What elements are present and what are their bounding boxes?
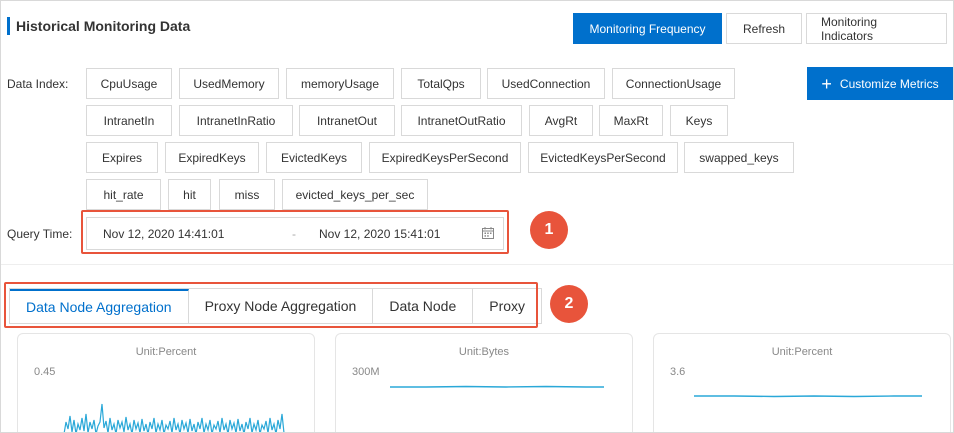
callout-badge-2: 2 (550, 285, 588, 323)
customize-metrics-button[interactable]: + Customize Metrics (807, 67, 953, 100)
title-accent-bar (7, 17, 10, 35)
metric-tag-intranetout[interactable]: IntranetOut (299, 105, 395, 136)
metric-tag-hit-rate[interactable]: hit_rate (86, 179, 161, 210)
monitoring-panel: Historical Monitoring Data Monitoring Fr… (0, 0, 954, 433)
monitoring-indicators-button[interactable]: Monitoring Indicators (806, 13, 947, 44)
metric-tag-connectionusage[interactable]: ConnectionUsage (612, 68, 735, 99)
metric-tag-totalqps[interactable]: TotalQps (401, 68, 481, 99)
metric-tag-evictedkeyspersecond[interactable]: EvictedKeysPerSecond (528, 142, 678, 173)
data-index-label: Data Index: (7, 77, 69, 91)
query-time-highlight (81, 210, 509, 254)
metric-tag-avgrt[interactable]: AvgRt (529, 105, 593, 136)
customize-metrics-label: Customize Metrics (839, 76, 939, 91)
header-toolbar: Monitoring Frequency Refresh Monitoring … (569, 13, 947, 44)
metric-tag-usedconnection[interactable]: UsedConnection (487, 68, 605, 99)
metric-tag-expiredkeys[interactable]: ExpiredKeys (165, 142, 259, 173)
chart-line-3 (694, 395, 922, 398)
metric-tag-hit[interactable]: hit (168, 179, 211, 210)
chart-line-2 (390, 385, 604, 388)
metric-tag-maxrt[interactable]: MaxRt (599, 105, 663, 136)
metric-tag-miss[interactable]: miss (219, 179, 275, 210)
monitoring-frequency-button[interactable]: Monitoring Frequency (573, 13, 722, 44)
refresh-button[interactable]: Refresh (726, 13, 802, 44)
metric-tag-cpuusage[interactable]: CpuUsage (86, 68, 172, 99)
chart-card-1: Unit:Percent 0.45 (17, 333, 315, 432)
page-title: Historical Monitoring Data (16, 18, 191, 34)
query-time-label: Query Time: (7, 227, 73, 241)
tabs-highlight (4, 282, 538, 328)
chart-card-3: Unit:Percent 3.6 (653, 333, 951, 432)
metric-tag-memoryusage[interactable]: memoryUsage (286, 68, 394, 99)
metric-tag-evicted-keys-per-sec[interactable]: evicted_keys_per_sec (282, 179, 428, 210)
metric-tag-intranetinratio[interactable]: IntranetInRatio (179, 105, 293, 136)
metric-tag-usedmemory[interactable]: UsedMemory (179, 68, 279, 99)
metric-tag-intranetoutratio[interactable]: IntranetOutRatio (401, 105, 522, 136)
metric-tag-evictedkeys[interactable]: EvictedKeys (266, 142, 362, 173)
metric-tag-expires[interactable]: Expires (86, 142, 158, 173)
chart-line-1 (63, 403, 285, 432)
plus-icon: + (821, 73, 832, 94)
metric-tag-intranetin[interactable]: IntranetIn (86, 105, 172, 136)
page-title-bar: Historical Monitoring Data (7, 15, 190, 37)
metric-tag-expiredkeyspersecond[interactable]: ExpiredKeysPerSecond (369, 142, 521, 173)
chart-card-2: Unit:Bytes 300M (335, 333, 633, 432)
section-divider (1, 264, 953, 265)
metric-tag-keys[interactable]: Keys (670, 105, 728, 136)
metric-tag-swapped-keys[interactable]: swapped_keys (684, 142, 794, 173)
callout-badge-1: 1 (530, 211, 568, 249)
